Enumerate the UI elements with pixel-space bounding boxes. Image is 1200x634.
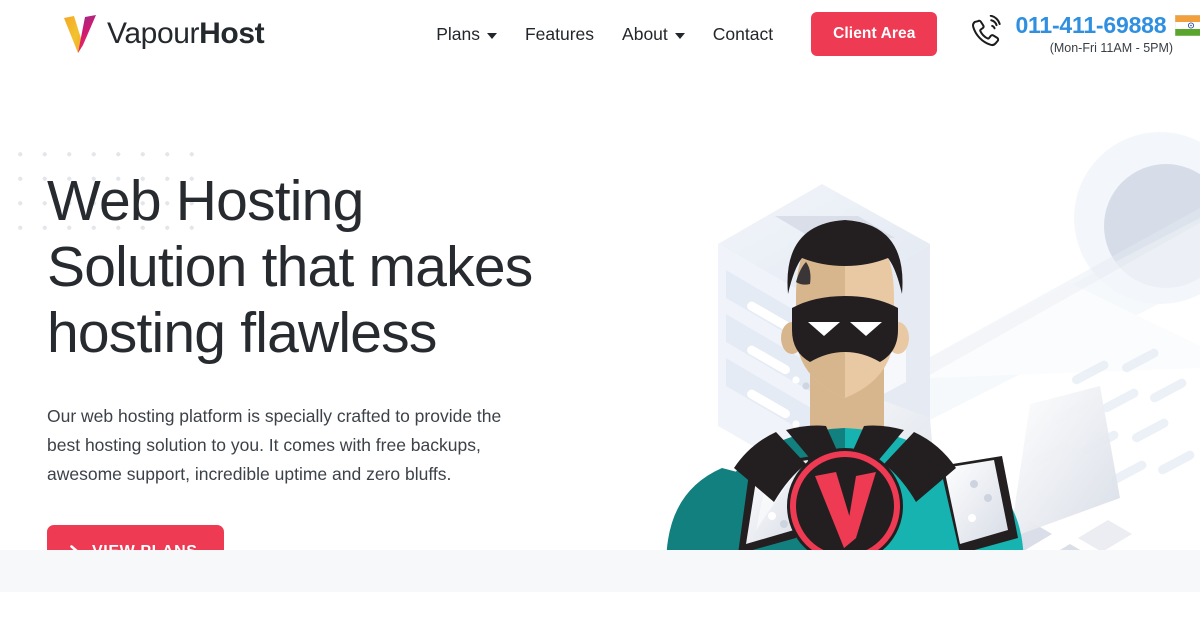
brand-name-bold: Host xyxy=(199,17,265,50)
superhero-server-rack-illustration xyxy=(600,68,1200,592)
nav-item-features[interactable]: Features xyxy=(525,24,594,45)
bottom-section-strip xyxy=(0,550,1200,592)
landing-page: VapourHost Plans Features About Contact … xyxy=(0,0,1200,634)
phone-hours: (Mon-Fri 11AM - 5PM) xyxy=(1049,40,1174,55)
brand-name: VapourHost xyxy=(107,17,265,50)
chevron-down-icon xyxy=(674,32,685,39)
phone-ringing-icon xyxy=(972,14,1002,46)
nav-label-plans: Plans xyxy=(436,23,480,44)
phone-text-group: 011-411-69888 (Mon-Fri 11AM - 5PM) xyxy=(1015,13,1200,55)
main-navigation: Plans Features About Contact xyxy=(436,24,773,45)
nav-label-features: Features xyxy=(524,23,595,44)
nav-label-about: About xyxy=(622,23,668,44)
nav-item-plans[interactable]: Plans xyxy=(436,24,497,45)
nav-item-contact[interactable]: Contact xyxy=(713,24,773,45)
hero-copy: Web Hosting Solution that makes hosting … xyxy=(47,168,627,579)
phone-number[interactable]: 011-411-69888 xyxy=(1015,13,1166,39)
nav-item-about[interactable]: About xyxy=(622,24,685,45)
nav-label-contact: Contact xyxy=(712,23,774,44)
brand-name-light: Vapour xyxy=(107,17,200,50)
chevron-down-icon xyxy=(486,32,497,39)
brand-logo-link[interactable]: VapourHost xyxy=(62,14,265,54)
india-flag-icon xyxy=(1175,15,1200,37)
phone-number-row: 011-411-69888 xyxy=(1015,13,1200,38)
page-title: Web Hosting Solution that makes hosting … xyxy=(47,169,533,365)
client-area-button[interactable]: Client Area xyxy=(811,12,938,56)
hero-subtitle: Our web hosting platform is specially cr… xyxy=(47,406,502,484)
contact-phone-block[interactable]: 011-411-69888 (Mon-Fri 11AM - 5PM) xyxy=(967,13,1200,55)
site-header: VapourHost Plans Features About Contact … xyxy=(0,0,1200,68)
vapourhost-v-logo-icon xyxy=(64,15,96,53)
hero-section: Web Hosting Solution that makes hosting … xyxy=(0,68,1200,592)
